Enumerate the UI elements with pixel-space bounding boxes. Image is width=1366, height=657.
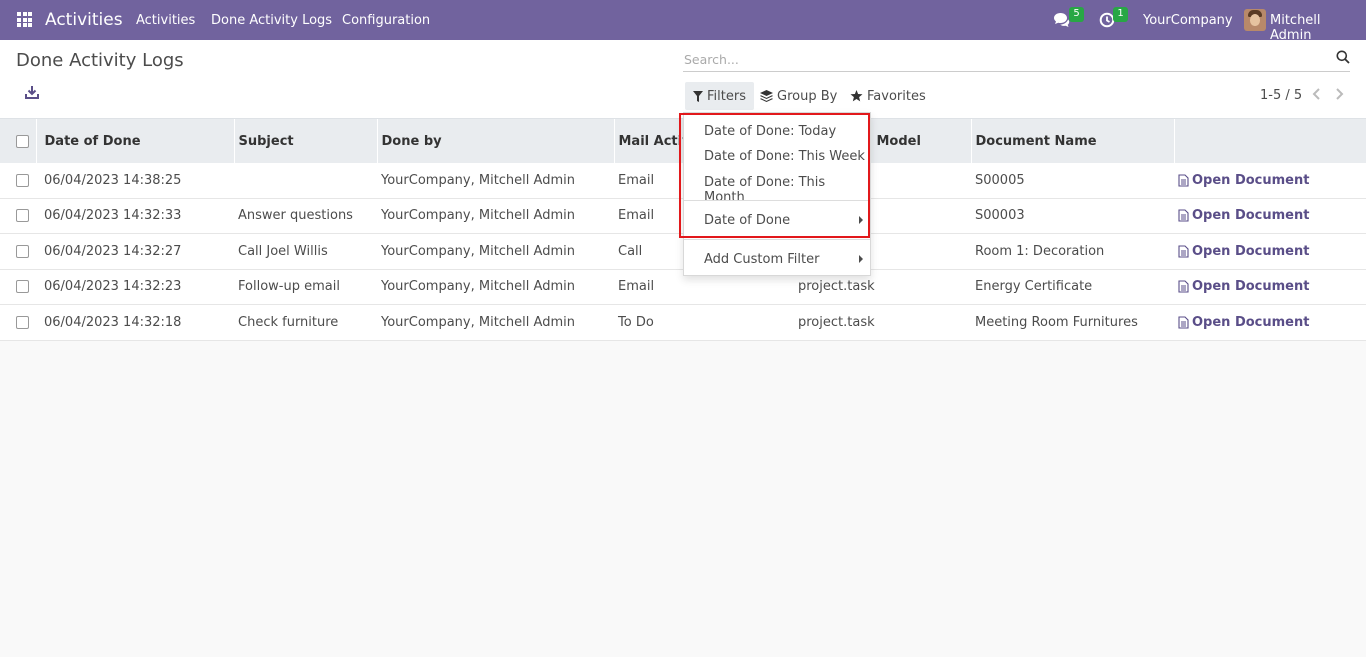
open-document-button[interactable]: Open Document (1178, 208, 1309, 223)
open-document-label: Open Document (1192, 172, 1310, 188)
cell-subject (234, 163, 377, 198)
file-icon (1178, 280, 1189, 293)
open-document-button[interactable]: Open Document (1178, 173, 1309, 188)
pager-next-icon[interactable] (1333, 87, 1345, 101)
open-document-button[interactable]: Open Document (1178, 279, 1309, 294)
cell-document-model: project.task (798, 314, 875, 330)
file-icon (1178, 315, 1189, 329)
cell-done-by: YourCompany, Mitchell Admin (381, 314, 575, 330)
search-bar (683, 48, 1350, 72)
cell-document-name: S00003 (975, 208, 1025, 223)
activities-count-badge: 1 (1113, 7, 1128, 22)
favorites-label: Favorites (867, 88, 926, 104)
download-icon[interactable] (24, 85, 40, 101)
cell-document-name: Room 1: Decoration (975, 243, 1105, 259)
cell-document-name: S00005 (975, 172, 1025, 188)
control-panel: Done Activity Logs Filters Group By Favo… (0, 40, 1366, 119)
file-icon (1178, 209, 1189, 222)
cell-date: 06/04/2023 14:38:25 (44, 172, 182, 188)
star-icon (850, 90, 863, 102)
table-row[interactable]: 06/04/2023 14:32:18 Check furniture Your… (0, 304, 1366, 340)
apps-grid-icon[interactable] (17, 12, 32, 27)
column-document-name[interactable]: Document Name (971, 119, 1175, 163)
column-date-of-done[interactable]: Date of Done (36, 119, 235, 163)
filter-icon (693, 90, 703, 102)
cell-document-name: Energy Certificate (975, 279, 1093, 294)
cell-done-by: YourCompany, Mitchell Admin (381, 279, 575, 294)
caret-right-icon (859, 255, 863, 263)
user-avatar[interactable] (1244, 9, 1266, 31)
filters-label: Filters (707, 88, 746, 104)
filter-date-of-done-submenu[interactable]: Date of Done (704, 213, 790, 228)
caret-right-icon (859, 216, 863, 224)
cell-subject: Follow-up email (238, 279, 340, 294)
row-checkbox[interactable] (16, 173, 29, 187)
cell-subject: Check furniture (238, 314, 339, 330)
file-icon (1178, 174, 1189, 187)
search-icon[interactable] (1336, 50, 1350, 64)
group-by-button[interactable]: Group By (752, 82, 845, 110)
column-subject[interactable]: Subject (234, 119, 378, 163)
column-actions (1174, 119, 1366, 163)
pager-value[interactable]: 1-5 / 5 (1260, 88, 1302, 103)
top-navbar: Activities Activities Done Activity Logs… (0, 0, 1366, 43)
open-document-label: Open Document (1192, 208, 1310, 223)
row-checkbox[interactable] (16, 280, 29, 293)
row-checkbox[interactable] (16, 209, 29, 222)
cell-subject: Call Joel Willis (238, 243, 328, 259)
file-icon (1178, 244, 1189, 258)
messages-count-badge: 5 (1069, 7, 1084, 22)
add-custom-filter[interactable]: Add Custom Filter (704, 252, 819, 267)
open-document-label: Open Document (1192, 243, 1310, 259)
row-checkbox[interactable] (16, 244, 29, 258)
user-menu[interactable]: Mitchell Admin (1270, 13, 1366, 43)
menu-configuration[interactable]: Configuration (342, 13, 430, 28)
pager-previous-icon[interactable] (1311, 87, 1323, 101)
cell-date: 06/04/2023 14:32:27 (44, 243, 182, 259)
cell-date: 06/04/2023 14:32:18 (44, 314, 182, 330)
page-title: Done Activity Logs (16, 50, 184, 71)
dropdown-divider (684, 239, 870, 240)
group-by-label: Group By (777, 88, 838, 104)
search-input[interactable] (684, 49, 1324, 69)
column-done-by[interactable]: Done by (377, 119, 615, 163)
menu-activities[interactable]: Activities (136, 13, 195, 28)
cell-date: 06/04/2023 14:32:23 (44, 279, 182, 294)
cell-done-by: YourCompany, Mitchell Admin (381, 172, 575, 188)
cell-done-by: YourCompany, Mitchell Admin (381, 243, 575, 259)
open-document-button[interactable]: Open Document (1178, 244, 1309, 259)
select-all-checkbox[interactable] (16, 134, 29, 148)
app-brand[interactable]: Activities (45, 10, 123, 30)
open-document-label: Open Document (1192, 314, 1310, 330)
filters-button[interactable]: Filters (685, 82, 754, 110)
cell-activity-type: To Do (618, 314, 654, 330)
filter-date-of-done-this-week[interactable]: Date of Done: This Week (704, 149, 865, 164)
layers-icon (760, 90, 773, 102)
cell-date: 06/04/2023 14:32:33 (44, 208, 182, 223)
row-checkbox[interactable] (16, 315, 29, 329)
favorites-button[interactable]: Favorites (842, 82, 934, 110)
filters-dropdown-menu: Date of Done: Today Date of Done: This W… (683, 112, 871, 276)
menu-done-activity-logs[interactable]: Done Activity Logs (211, 13, 332, 28)
open-document-button[interactable]: Open Document (1178, 315, 1309, 330)
cell-done-by: YourCompany, Mitchell Admin (381, 208, 575, 223)
dropdown-divider (684, 200, 870, 201)
cell-subject: Answer questions (238, 208, 353, 223)
filter-date-of-done-today[interactable]: Date of Done: Today (704, 124, 836, 139)
open-document-label: Open Document (1192, 279, 1310, 294)
cell-document-name: Meeting Room Furnitures (975, 314, 1138, 330)
company-switcher[interactable]: YourCompany (1143, 13, 1233, 28)
